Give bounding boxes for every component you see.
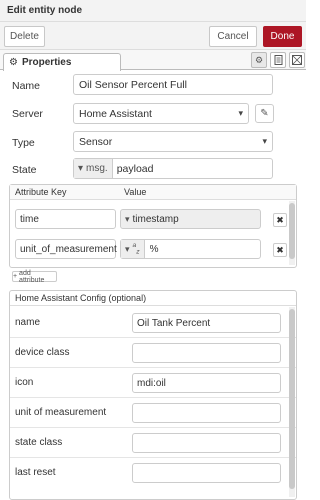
ha-config-section: Home Assistant Config (optional) name Oi… xyxy=(9,290,297,500)
delete-button[interactable]: Delete xyxy=(4,26,45,47)
ha-config-label: name xyxy=(15,317,41,328)
state-typed-input[interactable]: ▾ msg. payload xyxy=(73,158,273,179)
server-value: Home Assistant xyxy=(79,107,152,120)
ha-config-input[interactable] xyxy=(132,403,281,423)
attribute-type-selector[interactable]: ▾ az xyxy=(121,240,145,258)
attribute-key-input[interactable]: time xyxy=(15,209,116,229)
ha-config-input[interactable]: Oil Tank Percent xyxy=(132,313,281,333)
ha-config-row: device class xyxy=(10,339,296,368)
attribute-value: timestamp xyxy=(132,213,179,225)
caret-down-icon: ▾ xyxy=(125,243,130,254)
state-type-tag: msg. xyxy=(86,163,108,174)
attribute-key-input[interactable]: unit_of_measurement xyxy=(15,239,117,259)
ha-config-row: icon mdi:oil xyxy=(10,369,296,398)
attributes-scroll-thumb[interactable] xyxy=(289,203,295,259)
type-value: Sensor xyxy=(79,135,113,148)
chevron-down-icon: ▾ xyxy=(238,108,243,118)
attributes-header: Attribute Key Value xyxy=(10,185,296,200)
edit-server-button[interactable]: ✎ xyxy=(255,104,274,123)
add-attribute-button[interactable]: + add attribute xyxy=(12,269,57,284)
ha-config-scroll-thumb[interactable] xyxy=(289,309,295,489)
attribute-key-header: Attribute Key xyxy=(15,187,67,197)
ha-config-label: unit of measurement xyxy=(15,407,107,418)
attribute-value-header: Value xyxy=(124,187,147,197)
done-button[interactable]: Done xyxy=(263,26,302,47)
type-label: Type xyxy=(12,137,35,149)
state-value[interactable]: payload xyxy=(113,163,154,175)
ha-config-row: name Oil Tank Percent xyxy=(10,309,296,338)
pencil-icon: ✎ xyxy=(260,108,269,119)
tray-title: Edit entity node xyxy=(7,5,82,16)
ha-config-label: last reset xyxy=(15,467,56,478)
tab-properties[interactable]: ⚙ Properties xyxy=(3,53,121,71)
ha-config-row: state class xyxy=(10,429,296,458)
tray-header: Edit entity node xyxy=(0,0,306,22)
gear-icon: ⚙ xyxy=(9,57,18,68)
server-label: Server xyxy=(12,108,43,120)
description-icon[interactable] xyxy=(270,52,286,68)
attribute-value-input[interactable]: ▾ az % xyxy=(120,239,261,259)
ha-config-label: device class xyxy=(15,347,70,358)
close-icon: ✖ xyxy=(276,214,284,225)
caret-down-icon: ▾ xyxy=(125,213,130,224)
type-select[interactable]: Sensor ▾ xyxy=(73,131,273,152)
chevron-down-icon: ▾ xyxy=(262,136,267,146)
ha-config-title: Home Assistant Config (optional) xyxy=(10,291,296,306)
plus-icon: + xyxy=(13,273,18,280)
server-select[interactable]: Home Assistant ▾ xyxy=(73,103,249,124)
ha-config-input[interactable]: mdi:oil xyxy=(132,373,281,393)
attributes-list: Attribute Key Value time ▾ timestamp ✖ u… xyxy=(9,184,297,268)
name-label: Name xyxy=(12,80,41,92)
remove-attribute-button[interactable]: ✖ xyxy=(273,213,287,227)
ha-config-row: last reset xyxy=(10,459,296,488)
ha-config-label: state class xyxy=(15,437,63,448)
state-label: State xyxy=(12,164,37,176)
attribute-value: % xyxy=(149,243,159,255)
name-input[interactable]: Oil Sensor Percent Full xyxy=(73,74,273,95)
tab-properties-label: Properties xyxy=(21,57,72,68)
string-type-icon: az xyxy=(132,242,140,256)
tabs-row: ⚙ Properties ⚙ xyxy=(0,50,306,71)
attribute-value-input[interactable]: ▾ timestamp xyxy=(120,209,261,229)
ha-config-input[interactable] xyxy=(132,343,281,363)
remove-attribute-button[interactable]: ✖ xyxy=(273,243,287,257)
ha-config-label: icon xyxy=(15,377,34,388)
state-type-selector[interactable]: ▾ msg. xyxy=(74,159,113,178)
ha-config-row: unit of measurement xyxy=(10,399,296,428)
caret-down-icon: ▾ xyxy=(78,163,84,174)
appearance-icon[interactable] xyxy=(289,52,305,68)
add-attribute-label: add attribute xyxy=(19,269,45,284)
cancel-button[interactable]: Cancel xyxy=(209,26,257,47)
ha-config-input[interactable] xyxy=(132,463,281,483)
settings-gear-icon[interactable]: ⚙ xyxy=(251,52,267,68)
ha-config-input[interactable] xyxy=(132,433,281,453)
close-icon: ✖ xyxy=(276,244,284,255)
tray-toolbar: Delete Cancel Done xyxy=(0,22,306,50)
